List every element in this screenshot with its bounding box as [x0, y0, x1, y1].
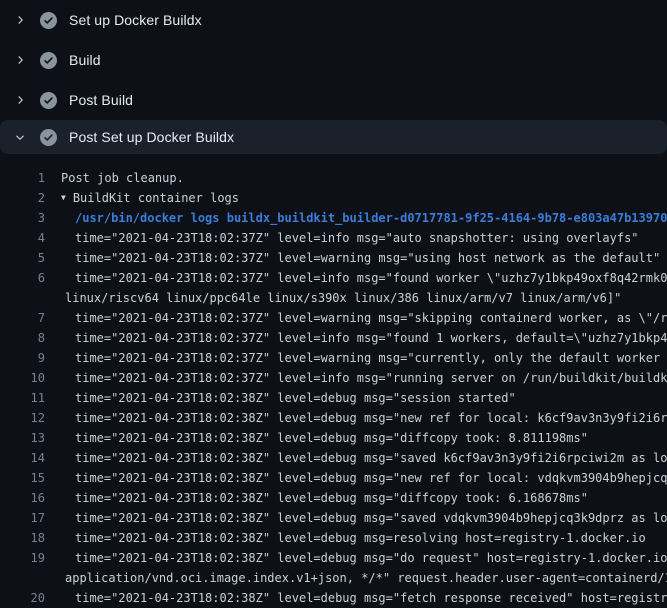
- log-text: time="2021-04-23T18:02:38Z" level=debug …: [75, 428, 588, 448]
- chevron-right-icon: [12, 52, 28, 68]
- chevron-down-icon: [12, 129, 28, 145]
- line-number[interactable]: 2: [0, 188, 45, 208]
- log-text: time="2021-04-23T18:02:37Z" level=warnin…: [75, 348, 667, 368]
- log-line: 20 time="2021-04-23T18:02:38Z" level=debu…: [0, 588, 667, 608]
- log-line: 2 ▼BuildKit container logs: [0, 188, 667, 208]
- step-header-build[interactable]: Build: [0, 40, 667, 80]
- log-line: 8 time="2021-04-23T18:02:37Z" level=info …: [0, 328, 667, 348]
- step-header-set-up-docker-buildx[interactable]: Set up Docker Buildx: [0, 0, 667, 40]
- chevron-right-icon: [12, 12, 28, 28]
- line-number[interactable]: 13: [0, 428, 45, 448]
- log-line: 4 time="2021-04-23T18:02:37Z" level=info …: [0, 228, 667, 248]
- log-line: 10 time="2021-04-23T18:02:37Z" level=info…: [0, 368, 667, 388]
- log-line: 1 Post job cleanup.: [0, 168, 667, 188]
- step-label: Build: [69, 52, 101, 68]
- line-number[interactable]: 8: [0, 328, 45, 348]
- log-text: time="2021-04-23T18:02:38Z" level=debug …: [75, 588, 667, 608]
- chevron-right-icon: [12, 92, 28, 108]
- log-text: time="2021-04-23T18:02:38Z" level=debug …: [75, 388, 516, 408]
- log-text: time="2021-04-23T18:02:38Z" level=debug …: [75, 488, 588, 508]
- line-number: [0, 568, 45, 588]
- log-line: 17 time="2021-04-23T18:02:38Z" level=debu…: [0, 508, 667, 528]
- log-line: 6 time="2021-04-23T18:02:37Z" level=info …: [0, 268, 667, 288]
- log-line: 7 time="2021-04-23T18:02:37Z" level=warni…: [0, 308, 667, 328]
- log-viewer[interactable]: 1 Post job cleanup. 2 ▼BuildKit container l…: [0, 154, 667, 608]
- log-text: time="2021-04-23T18:02:37Z" level=info m…: [75, 228, 639, 248]
- line-number[interactable]: 1: [0, 168, 45, 188]
- log-text: time="2021-04-23T18:02:38Z" level=debug …: [75, 448, 667, 468]
- line-number[interactable]: 18: [0, 528, 45, 548]
- log-line: 5 time="2021-04-23T18:02:37Z" level=warni…: [0, 248, 667, 268]
- check-circle-icon: [40, 92, 57, 109]
- line-number: [0, 288, 45, 308]
- line-number[interactable]: 4: [0, 228, 45, 248]
- line-number[interactable]: 16: [0, 488, 45, 508]
- log-text: application/vnd.oci.image.index.v1+json,…: [65, 568, 667, 588]
- line-number[interactable]: 19: [0, 548, 45, 568]
- check-circle-icon: [40, 129, 57, 146]
- log-text: time="2021-04-23T18:02:37Z" level=warnin…: [75, 248, 660, 268]
- log-line: 3/usr/bin/docker logs buildx_buildkit_bu…: [0, 208, 667, 228]
- line-number[interactable]: 20: [0, 588, 45, 608]
- log-line: application/vnd.oci.image.index.v1+json,…: [0, 568, 667, 588]
- step-label: Set up Docker Buildx: [69, 12, 202, 28]
- line-number[interactable]: 12: [0, 408, 45, 428]
- log-text: ▼BuildKit container logs: [61, 188, 239, 208]
- log-line: 19 time="2021-04-23T18:02:38Z" level=debu…: [0, 548, 667, 568]
- log-text: time="2021-04-23T18:02:37Z" level=info m…: [75, 328, 667, 348]
- step-header-post-build[interactable]: Post Build: [0, 80, 667, 120]
- line-number[interactable]: 15: [0, 468, 45, 488]
- log-text: Post job cleanup.: [61, 168, 184, 188]
- log-line: 9 time="2021-04-23T18:02:37Z" level=warni…: [0, 348, 667, 368]
- line-number[interactable]: 6: [0, 268, 45, 288]
- log-line: 13 time="2021-04-23T18:02:38Z" level=debu…: [0, 428, 667, 448]
- step-label: Post Set up Docker Buildx: [69, 129, 234, 145]
- log-text: time="2021-04-23T18:02:38Z" level=debug …: [75, 408, 667, 428]
- log-line: 15 time="2021-04-23T18:02:38Z" level=debu…: [0, 468, 667, 488]
- log-text: time="2021-04-23T18:02:37Z" level=warnin…: [75, 308, 667, 328]
- log-text: time="2021-04-23T18:02:37Z" level=info m…: [75, 268, 667, 288]
- line-number[interactable]: 7: [0, 308, 45, 328]
- check-circle-icon: [40, 12, 57, 29]
- steps-list: Set up Docker Buildx Build Post Build Po…: [0, 0, 667, 154]
- step-label: Post Build: [69, 92, 133, 108]
- command-text: /usr/bin/docker logs buildx_buildkit_bui…: [75, 208, 667, 228]
- log-text: time="2021-04-23T18:02:38Z" level=debug …: [75, 528, 646, 548]
- log-text: time="2021-04-23T18:02:38Z" level=debug …: [75, 548, 667, 568]
- log-line: linux/riscv64 linux/ppc64le linux/s390x …: [0, 288, 667, 308]
- log-text: time="2021-04-23T18:02:38Z" level=debug …: [75, 468, 667, 488]
- log-line: 18 time="2021-04-23T18:02:38Z" level=debu…: [0, 528, 667, 548]
- log-line: 12 time="2021-04-23T18:02:38Z" level=debu…: [0, 408, 667, 428]
- line-number[interactable]: 5: [0, 248, 45, 268]
- check-circle-icon: [40, 52, 57, 69]
- log-text: linux/riscv64 linux/ppc64le linux/s390x …: [65, 288, 621, 308]
- line-number[interactable]: 17: [0, 508, 45, 528]
- line-number[interactable]: 14: [0, 448, 45, 468]
- log-line: 16 time="2021-04-23T18:02:38Z" level=debu…: [0, 488, 667, 508]
- line-number[interactable]: 11: [0, 388, 45, 408]
- group-caret-icon[interactable]: ▼: [61, 188, 66, 208]
- line-number[interactable]: 10: [0, 368, 45, 388]
- line-number[interactable]: 3: [0, 208, 45, 228]
- log-text: time="2021-04-23T18:02:37Z" level=info m…: [75, 368, 667, 388]
- log-line: 11 time="2021-04-23T18:02:38Z" level=debu…: [0, 388, 667, 408]
- log-lines: 1 Post job cleanup. 2 ▼BuildKit container l…: [0, 168, 667, 608]
- log-text: time="2021-04-23T18:02:38Z" level=debug …: [75, 508, 667, 528]
- log-line: 14 time="2021-04-23T18:02:38Z" level=debu…: [0, 448, 667, 468]
- line-number[interactable]: 9: [0, 348, 45, 368]
- step-header-post-set-up-docker-buildx[interactable]: Post Set up Docker Buildx: [0, 120, 667, 154]
